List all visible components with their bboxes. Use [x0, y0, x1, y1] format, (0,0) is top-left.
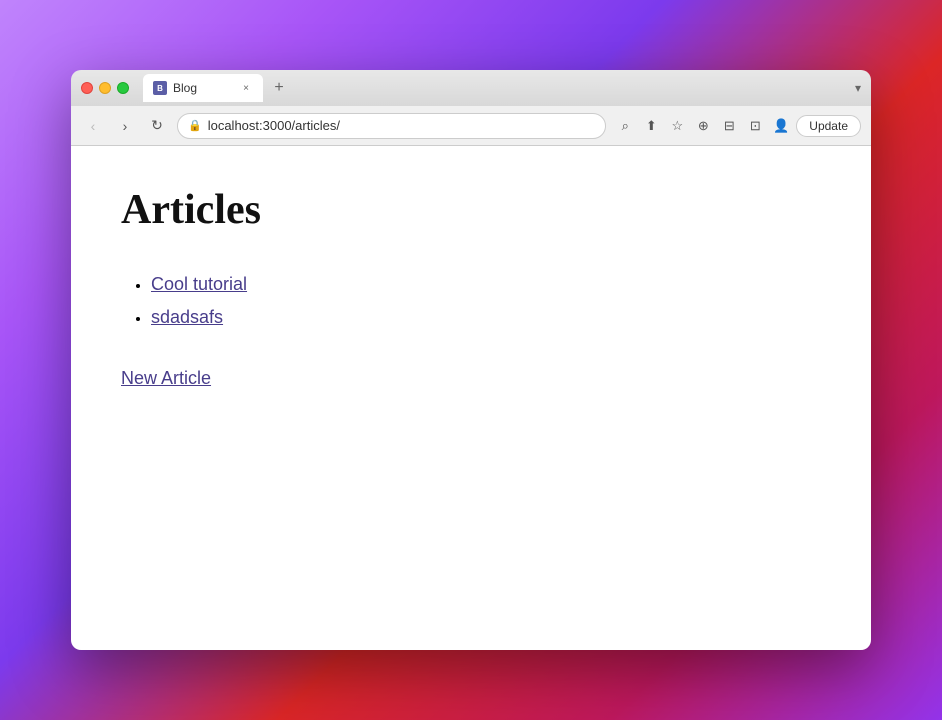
close-button[interactable]	[81, 82, 93, 94]
list-item: Cool tutorial	[151, 274, 821, 295]
tab-close-button[interactable]: ×	[239, 81, 253, 95]
traffic-lights	[81, 82, 129, 94]
tab-favicon: B	[153, 81, 167, 95]
list-item: sdadsafs	[151, 307, 821, 328]
page-title: Articles	[121, 186, 821, 234]
title-bar: B Blog × + ▾	[71, 70, 871, 106]
tab-title: Blog	[173, 81, 233, 95]
extensions-icon[interactable]: ⊕	[692, 115, 714, 137]
tab-dropdown-arrow[interactable]: ▾	[855, 81, 861, 95]
articles-list: Cool tutorial sdadsafs	[121, 274, 821, 328]
forward-button[interactable]: ›	[113, 114, 137, 138]
minimize-button[interactable]	[99, 82, 111, 94]
active-tab[interactable]: B Blog ×	[143, 74, 263, 102]
url-text: localhost:3000/articles/	[208, 118, 596, 133]
browser-window: B Blog × + ▾ ‹ › ↻ 🔒 l	[71, 70, 871, 650]
maximize-button[interactable]	[117, 82, 129, 94]
article-link-2[interactable]: sdadsafs	[151, 307, 223, 327]
address-bar[interactable]: 🔒 localhost:3000/articles/	[177, 113, 606, 139]
sidebar-icon[interactable]: ⊟	[718, 115, 740, 137]
update-button[interactable]: Update	[796, 115, 861, 137]
back-button[interactable]: ‹	[81, 114, 105, 138]
article-link-1[interactable]: Cool tutorial	[151, 274, 247, 294]
refresh-button[interactable]: ↻	[145, 114, 169, 138]
search-icon[interactable]: ⌕	[614, 115, 636, 137]
split-view-icon[interactable]: ⊡	[744, 115, 766, 137]
new-tab-button[interactable]: +	[267, 76, 291, 100]
tab-bar: B Blog × + ▾	[143, 74, 861, 102]
nav-icons: ⌕ ⬆ ☆ ⊕ ⊟ ⊡ 👤 Update	[614, 115, 861, 137]
page-content: Articles Cool tutorial sdadsafs New Arti…	[71, 146, 871, 650]
share-icon[interactable]: ⬆	[640, 115, 662, 137]
lock-icon: 🔒	[188, 119, 202, 132]
profile-icon[interactable]: 👤	[770, 115, 792, 137]
bookmark-icon[interactable]: ☆	[666, 115, 688, 137]
navigation-bar: ‹ › ↻ 🔒 localhost:3000/articles/ ⌕ ⬆ ☆ ⊕…	[71, 106, 871, 146]
new-article-link[interactable]: New Article	[121, 368, 211, 389]
